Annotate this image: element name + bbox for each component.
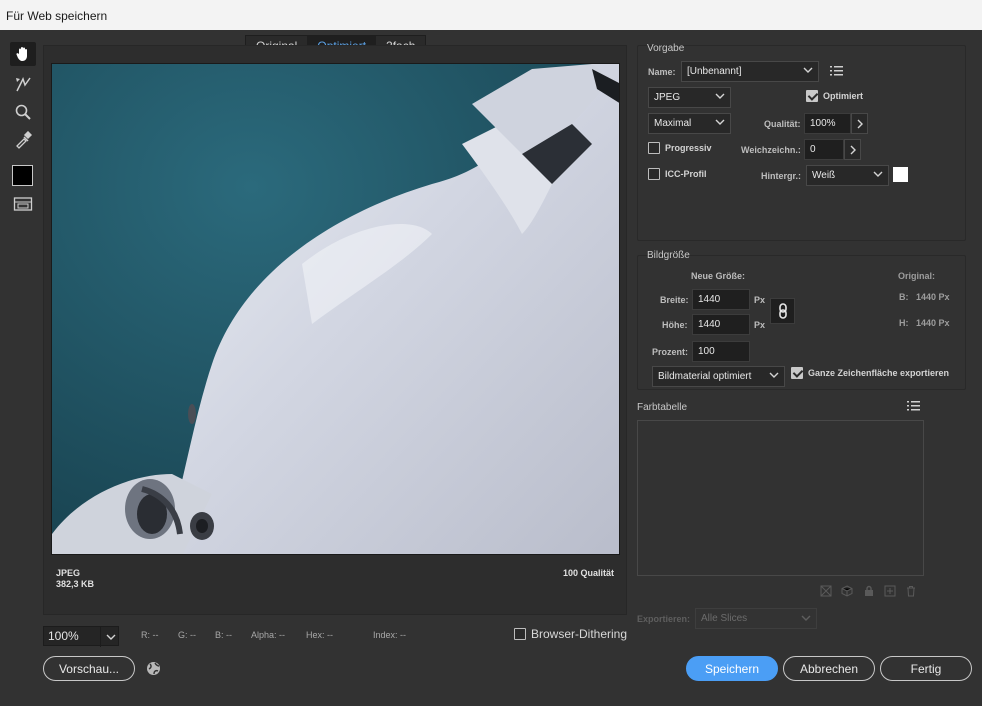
new-size-label: Neue Größe:: [691, 271, 746, 281]
compression-select[interactable]: Maximal: [648, 113, 731, 134]
toggle-slices-icon[interactable]: [10, 192, 36, 216]
chevron-down-icon: [769, 372, 779, 378]
browser-dithering-checkbox[interactable]: Browser-Dithering: [514, 627, 627, 641]
percent-input[interactable]: 100: [692, 341, 750, 362]
progressive-label: Progressiv: [665, 143, 712, 153]
blur-input[interactable]: 0: [804, 139, 844, 160]
export-value: Alle Slices: [701, 613, 748, 624]
map-transparent-icon[interactable]: [820, 585, 832, 600]
original-label: Original:: [898, 271, 936, 281]
checkbox-box[interactable]: [648, 142, 660, 154]
height-input[interactable]: 1440: [692, 314, 750, 335]
blur-label: Weichzeichn.:: [741, 145, 801, 155]
status-bar: 100% R: -- G: -- B: -- Alpha: -- Hex: --…: [43, 626, 633, 647]
chevron-down-icon: [803, 67, 813, 73]
compression-value: Maximal: [654, 118, 692, 129]
progressive-checkbox[interactable]: Progressiv: [648, 142, 712, 154]
format-select[interactable]: JPEG: [648, 87, 731, 108]
checkbox-box[interactable]: [806, 90, 818, 102]
readout-g: G: --: [178, 630, 196, 640]
resample-select[interactable]: Bildmaterial optimiert: [652, 366, 785, 387]
matte-label: Hintergr.:: [761, 171, 802, 181]
eyedropper-color-swatch[interactable]: [12, 165, 33, 186]
original-height-label: H:: [899, 318, 909, 328]
export-artboard-label: Ganze Zeichenfläche exportieren: [808, 368, 950, 378]
preview-button[interactable]: Vorschau...: [43, 656, 135, 681]
width-input[interactable]: 1440: [692, 289, 750, 310]
preset-name-value: [Unbenannt]: [687, 66, 742, 77]
resample-value: Bildmaterial optimiert: [658, 371, 752, 382]
preset-title: Vorgabe: [647, 43, 685, 54]
chevron-down-icon: [873, 171, 883, 177]
original-width-value: 1440 Px: [916, 292, 950, 302]
width-unit: Px: [754, 295, 766, 305]
readout-hex: Hex: --: [306, 630, 333, 640]
globe-icon[interactable]: [146, 661, 161, 679]
slice-select-icon[interactable]: [10, 72, 36, 96]
percent-label: Prozent:: [652, 347, 688, 357]
preview-format: JPEG: [56, 568, 81, 578]
matte-value: Weiß: [812, 170, 836, 181]
image-size-title: Bildgröße: [647, 250, 690, 261]
lock-icon[interactable]: [863, 585, 875, 600]
color-table-menu-icon[interactable]: [907, 400, 920, 414]
color-table-title: Farbtabelle: [637, 402, 688, 413]
preview-info: JPEG 382,3 KB: [56, 568, 94, 590]
preview-quality: 100 Qualität: [562, 568, 614, 578]
zoom-value: 100%: [48, 629, 79, 643]
quality-label: Qualität:: [764, 119, 801, 129]
chevron-right-icon: [857, 119, 863, 128]
original-width-label: B:: [899, 292, 909, 302]
chevron-down-icon: [715, 119, 725, 125]
readout-b: B: --: [215, 630, 232, 640]
icc-profile-label: ICC-Profil: [665, 169, 707, 179]
optimized-label: Optimiert: [823, 91, 864, 101]
preset-menu-icon[interactable]: [830, 65, 843, 79]
checkbox-box[interactable]: [514, 628, 526, 640]
preview-image[interactable]: [51, 63, 620, 555]
readout-alpha: Alpha: --: [251, 630, 286, 640]
browser-dithering-label: Browser-Dithering: [531, 627, 628, 641]
zoom-icon[interactable]: [10, 100, 36, 124]
zoom-select[interactable]: 100%: [43, 626, 120, 647]
height-unit: Px: [754, 320, 766, 330]
readout-r: R: --: [141, 630, 159, 640]
matte-select[interactable]: Weiß: [806, 165, 889, 186]
chevron-down-icon: [801, 615, 811, 621]
export-select[interactable]: Alle Slices: [695, 608, 817, 629]
hand-icon[interactable]: [10, 42, 36, 66]
preview-filesize: 382,3 KB: [56, 579, 95, 589]
export-artboard-checkbox[interactable]: Ganze Zeichenfläche exportieren: [791, 367, 949, 379]
quality-input[interactable]: 100%: [804, 113, 851, 134]
chevron-down-icon[interactable]: [100, 627, 120, 647]
export-label: Exportieren:: [637, 614, 691, 624]
add-color-icon[interactable]: [884, 585, 896, 600]
checkbox-box[interactable]: [648, 168, 660, 180]
eyedropper-icon[interactable]: [10, 128, 36, 152]
preset-name-label: Name:: [648, 67, 676, 77]
preset-name-select[interactable]: [Unbenannt]: [681, 61, 819, 82]
chevron-down-icon: [715, 93, 725, 99]
quality-slider-button[interactable]: [851, 113, 868, 134]
optimized-checkbox[interactable]: Optimiert: [806, 90, 863, 102]
original-height-value: 1440 Px: [916, 318, 950, 328]
done-button[interactable]: Fertig: [880, 656, 972, 681]
chevron-right-icon: [850, 145, 856, 154]
width-label: Breite:: [660, 295, 689, 305]
checkbox-box[interactable]: [791, 367, 803, 379]
cancel-button[interactable]: Abbrechen: [783, 656, 875, 681]
matte-color-swatch[interactable]: [893, 167, 908, 182]
preview-panel: JPEG 382,3 KB 100 Qualität: [43, 45, 627, 615]
trash-icon[interactable]: [905, 585, 917, 600]
color-table[interactable]: [637, 420, 924, 576]
icc-profile-checkbox[interactable]: ICC-Profil: [648, 168, 707, 180]
format-value: JPEG: [654, 92, 681, 103]
link-icon[interactable]: [770, 298, 795, 324]
blur-slider-button[interactable]: [844, 139, 861, 160]
save-button[interactable]: Speichern: [686, 656, 778, 681]
window-title: Für Web speichern: [0, 0, 982, 30]
readout-index: Index: --: [373, 630, 407, 640]
height-label: Höhe:: [662, 320, 688, 330]
web-shift-icon[interactable]: [841, 585, 853, 600]
